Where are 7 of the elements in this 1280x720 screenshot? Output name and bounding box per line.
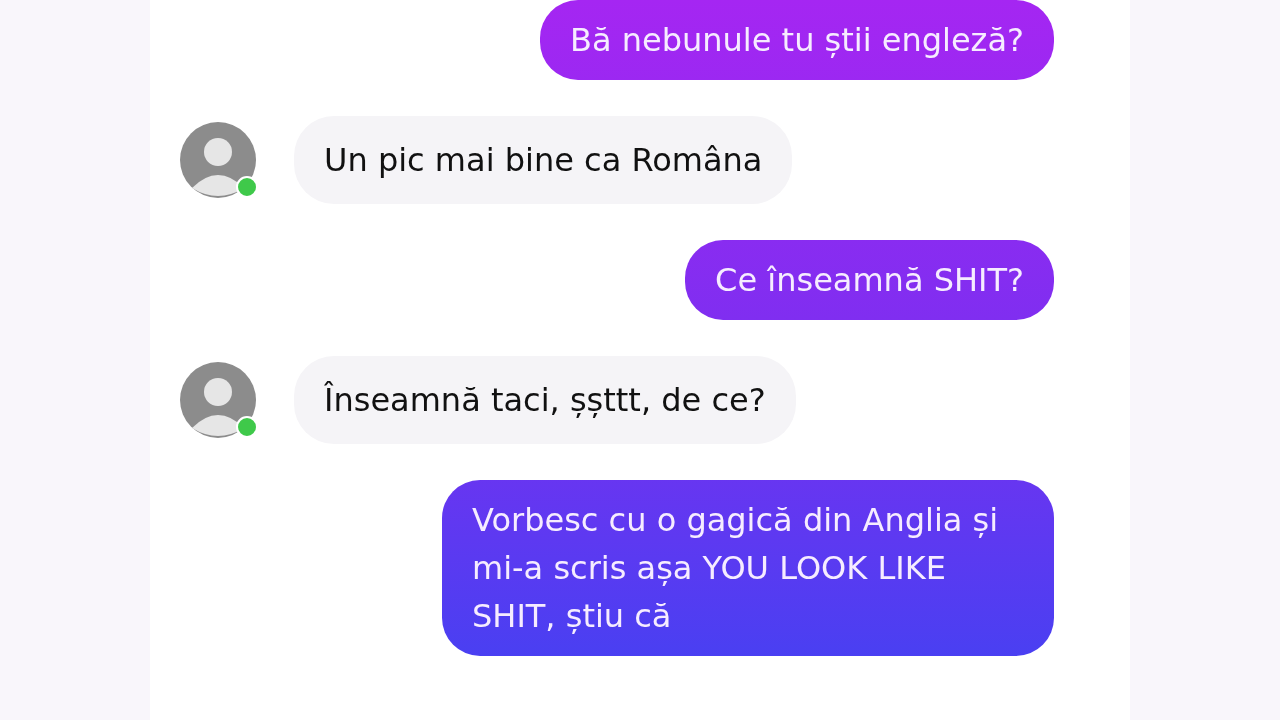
message-bubble: Înseamnă taci, șșttt, de ce? (294, 356, 796, 444)
message-bubble: Un pic mai bine ca Româna (294, 116, 793, 204)
avatar-icon (180, 122, 256, 198)
message-bubble: Ce înseamnă SHIT? (685, 240, 1054, 320)
avatar-icon (180, 362, 256, 438)
message-bubble: Vorbesc cu o gagică din Anglia și mi-a scris așa YOU LOOK LIKE SHIT, știu că (442, 480, 1054, 656)
message-bubble: Bă nebunule tu știi engleză? (539, 0, 1054, 80)
